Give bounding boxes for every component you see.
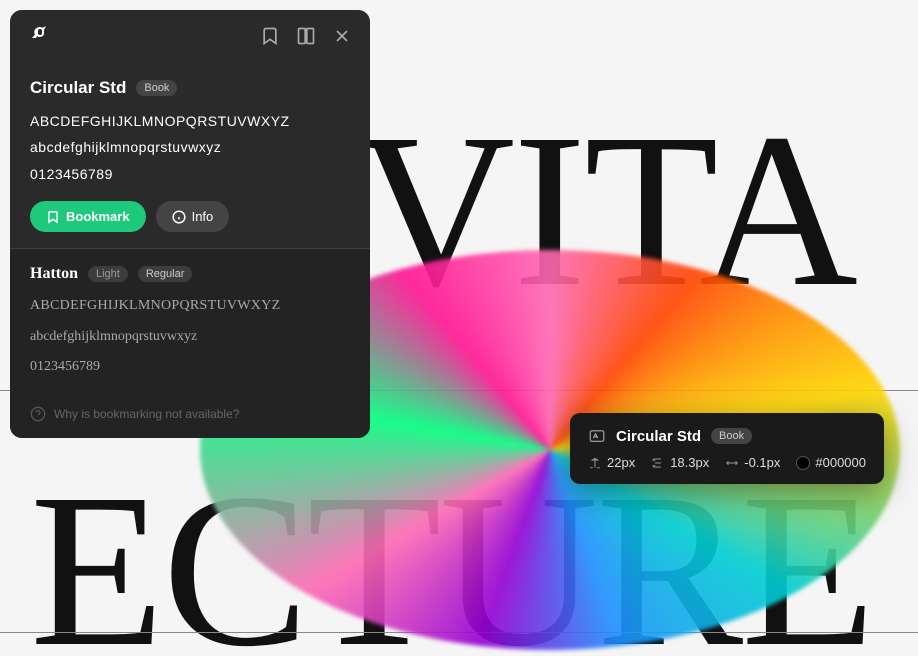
font1-style-badge: Book: [136, 80, 177, 96]
bookmark-btn-icon: [46, 210, 60, 224]
tooltip-style-badge: Book: [711, 428, 752, 444]
font2-name: Hatton: [30, 265, 78, 283]
letter-spacing-icon: [725, 456, 739, 470]
font2-light-badge: Light: [88, 266, 128, 282]
color-swatch: [796, 456, 810, 470]
font1-section: Circular Std Book ABCDEFGHIJKLMNOPQRSTUV…: [10, 62, 370, 248]
tooltip-color-value: #000000: [815, 455, 866, 470]
font1-sample-lower: abcdefghijklmnopqrstuvwxyz: [30, 136, 350, 158]
close-button[interactable]: [330, 24, 354, 48]
bookmark-button-label: Bookmark: [66, 209, 130, 224]
panel-action-icons: [258, 24, 354, 48]
font1-name: Circular Std: [30, 78, 126, 98]
logo-icon: [28, 24, 52, 48]
font1-actions: Bookmark Info: [30, 201, 350, 232]
footer-text: Why is bookmarking not available?: [54, 407, 239, 421]
tooltip-font-name: Circular Std: [616, 428, 701, 445]
bookmark-font-button[interactable]: Bookmark: [30, 201, 146, 232]
tooltip-font-size: 22px: [588, 455, 635, 470]
tooltip-metrics: 22px 18.3px -0.1px #000000: [588, 455, 866, 470]
tooltip-letter-spacing-value: -0.1px: [744, 455, 780, 470]
font2-sample-lower: abcdefghijklmnopqrstuvwxyz: [30, 326, 350, 348]
font2-regular-badge: Regular: [138, 266, 193, 282]
bookmark-button[interactable]: [258, 24, 282, 48]
font-card-icon: [588, 427, 606, 445]
close-icon: [332, 26, 352, 46]
tooltip-size-value: 22px: [607, 455, 635, 470]
font-size-icon: [588, 456, 602, 470]
bookmark-icon: [260, 26, 280, 46]
compare-button[interactable]: [294, 24, 318, 48]
tooltip-letter-spacing: -0.1px: [725, 455, 780, 470]
panel-footer: Why is bookmarking not available?: [10, 394, 370, 438]
font-inspector-panel: Circular Std Book ABCDEFGHIJKLMNOPQRSTUV…: [10, 10, 370, 438]
info-font-button[interactable]: Info: [156, 201, 230, 232]
panel-header: [10, 10, 370, 62]
font2-header: Hatton Light Regular: [30, 265, 350, 283]
compare-icon: [296, 26, 316, 46]
line-height-icon: [651, 456, 665, 470]
tooltip-line-height: 18.3px: [651, 455, 709, 470]
font1-header: Circular Std Book: [30, 78, 350, 98]
font1-sample-upper: ABCDEFGHIJKLMNOPQRSTUVWXYZ: [30, 110, 350, 132]
font2-sample-numbers: 0123456789: [30, 356, 350, 378]
info-button-label: Info: [192, 209, 214, 224]
font2-sample-upper: ABCDEFGHIJKLMNOPQRSTUVWXYZ: [30, 295, 350, 317]
tooltip-header: Circular Std Book: [588, 427, 866, 445]
app-logo: [26, 22, 54, 50]
tooltip-color: #000000: [796, 455, 866, 470]
font-tooltip: Circular Std Book 22px 18.3px: [570, 413, 884, 484]
tooltip-line-height-value: 18.3px: [670, 455, 709, 470]
info-btn-icon: [172, 210, 186, 224]
font2-section: Hatton Light Regular ABCDEFGHIJKLMNOPQRS…: [10, 249, 370, 394]
help-icon: [30, 406, 46, 422]
font1-sample-numbers: 0123456789: [30, 163, 350, 185]
